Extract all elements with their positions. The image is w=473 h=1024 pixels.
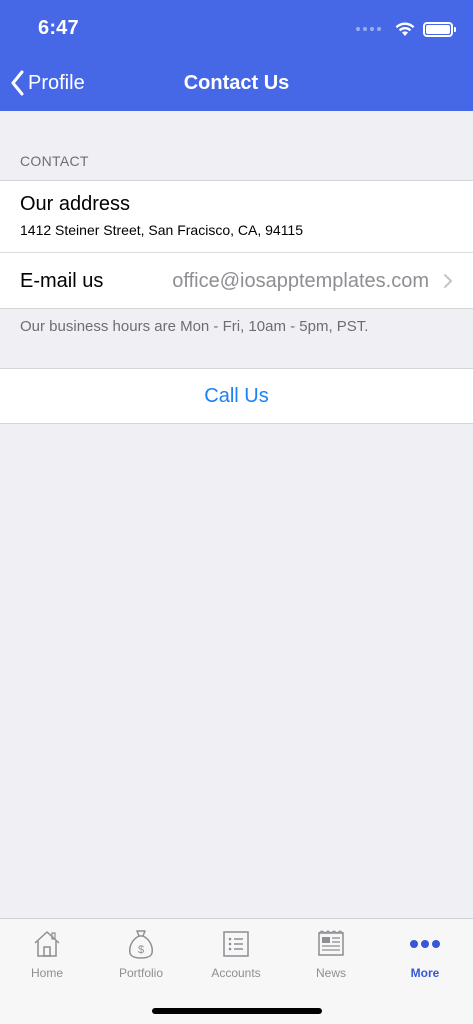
email-row[interactable]: E-mail us office@iosapptemplates.com <box>0 254 473 309</box>
house-icon <box>34 931 60 957</box>
navigation-bar: 6:47 Profile Contact Us <box>0 0 473 111</box>
tab-home[interactable]: Home <box>0 927 94 983</box>
battery-icon <box>423 21 456 37</box>
tab-more[interactable]: More <box>378 927 472 983</box>
tab-label: News <box>315 966 346 980</box>
signal-icon <box>356 27 381 31</box>
address-value: 1412 Steiner Street, San Fracisco, CA, 9… <box>20 222 304 238</box>
tab-label: Accounts <box>211 966 261 980</box>
wifi-icon <box>395 22 415 36</box>
section-header: CONTACT <box>20 153 89 169</box>
tab-label: Portfolio <box>118 966 164 980</box>
svg-text:$: $ <box>138 944 144 956</box>
tab-accounts[interactable]: Accounts <box>189 927 283 983</box>
tab-news[interactable]: News <box>284 927 378 983</box>
list-icon <box>223 931 249 957</box>
tab-label: More <box>410 966 440 980</box>
page-title: Contact Us <box>183 72 290 94</box>
money-bag-icon: $ <box>129 930 153 959</box>
call-us-button[interactable]: Call Us <box>0 368 473 424</box>
home-indicator[interactable] <box>152 1008 322 1014</box>
address-row: Our address 1412 Steiner Street, San Fra… <box>0 181 473 253</box>
tab-label: Home <box>30 966 63 980</box>
email-label: E-mail us <box>20 270 104 292</box>
status-indicators <box>356 17 456 41</box>
status-time: 6:47 <box>38 17 79 39</box>
business-hours-note: Our business hours are Mon - Fri, 10am -… <box>20 318 369 335</box>
chevron-right-icon <box>444 274 452 288</box>
more-dots-icon <box>410 940 440 948</box>
address-title: Our address <box>20 193 131 215</box>
contact-group: Our address 1412 Steiner Street, San Fra… <box>0 180 473 309</box>
email-value: office@iosapptemplates.com <box>172 270 429 292</box>
call-us-label: Call Us <box>204 384 269 407</box>
tab-portfolio[interactable]: $ Portfolio <box>94 927 188 983</box>
newspaper-icon <box>318 930 344 956</box>
